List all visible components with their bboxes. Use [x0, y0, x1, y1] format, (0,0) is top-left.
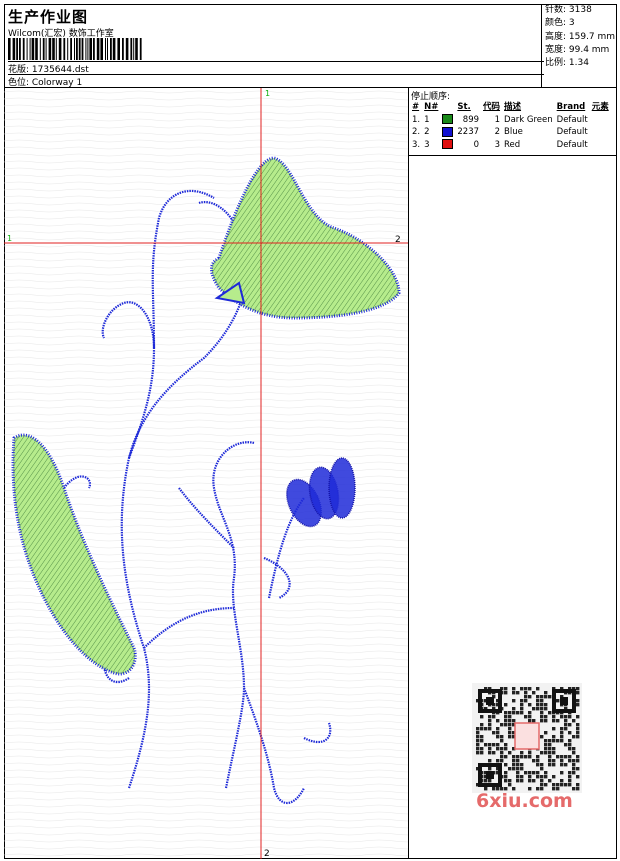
swatch-blue [442, 126, 454, 137]
row-brand: Default [556, 139, 588, 150]
row-n: 1 [424, 114, 430, 125]
barcode [8, 38, 142, 60]
row-st: 2237 [457, 127, 480, 137]
header: 生产作业图 Wilcom(汇宏) 数饰工作室 花版: 1735644.dst 色… [4, 4, 617, 88]
col-desc: 描述 [504, 102, 522, 112]
stop-sequence-table: # N# St. 代码 描述 Brand 元素 1. 1 899 1 Dark … [410, 101, 611, 151]
design-canvas: 1 2 1 2 [4, 88, 409, 859]
row-idx: 2. [412, 127, 421, 137]
colorway: 色位: Colorway 1 [8, 78, 83, 88]
col-st: St. [457, 102, 471, 112]
row-code: 3 [494, 139, 501, 150]
marker-v-top: 1 [265, 89, 270, 98]
stat-height: 高度: 159.7 mm [545, 31, 616, 42]
col-idx: # [412, 102, 420, 112]
marker-h-right: 2 [395, 235, 401, 245]
row-element [590, 139, 611, 152]
marker-v-bottom: 2 [264, 849, 270, 859]
col-brand: Brand [556, 102, 586, 112]
row-desc: Dark Green [504, 114, 553, 125]
stat-stitches: 针数: 3138 [545, 5, 592, 15]
marker-h-left: 1 [7, 234, 12, 243]
color-swatch [440, 114, 455, 127]
swatch-dark-green [442, 114, 454, 124]
watermark-text: 6xiu.com [476, 790, 573, 812]
qr-logo [514, 722, 540, 750]
embroidery-preview: 1 2 1 2 [4, 88, 408, 859]
row-idx: 3. [412, 139, 421, 150]
col-swatch [440, 101, 455, 114]
row-code: 1 [494, 114, 501, 125]
stat-colors: 颜色: 3 [545, 18, 575, 29]
stat-ratio: 比例: 1.34 [545, 58, 589, 69]
col-n: N# [424, 102, 439, 112]
col-code: 代码 [483, 102, 501, 112]
row-brand: Default [556, 114, 588, 125]
row-st: 0 [473, 139, 480, 150]
row-element [590, 114, 611, 127]
table-row: 1. 1 899 1 Dark Green Default [410, 114, 611, 127]
page-title: 生产作业图 [8, 8, 89, 26]
row-code: 2 [494, 127, 501, 137]
row-idx: 1. [412, 114, 421, 125]
qr-code [472, 683, 582, 793]
table-row: 3. 3 0 3 Red Default [410, 139, 611, 152]
row-desc: Red [504, 139, 521, 150]
color-swatch [440, 139, 455, 152]
table-row: 2. 2 2237 2 Blue Default [410, 126, 611, 139]
row-n: 3 [424, 139, 430, 150]
swatch-red [442, 139, 454, 149]
row-element [590, 126, 611, 139]
col-element: 元素 [591, 102, 609, 112]
stat-width: 宽度: 99.4 mm [545, 44, 610, 55]
row-st: 899 [462, 114, 480, 125]
row-brand: Default [556, 127, 588, 137]
row-n: 2 [424, 127, 430, 137]
stop-sequence-panel: 停止顺序: # N# St. 代码 描述 Brand 元素 1. 1 899 1… [409, 88, 617, 156]
header-divider-2 [8, 74, 544, 75]
color-swatch [440, 126, 455, 139]
stats-panel: 针数: 3138 颜色: 3 高度: 159.7 mm 宽度: 99.4 mm … [541, 4, 617, 88]
table-header: # N# St. 代码 描述 Brand 元素 [410, 101, 611, 114]
row-desc: Blue [504, 127, 523, 137]
